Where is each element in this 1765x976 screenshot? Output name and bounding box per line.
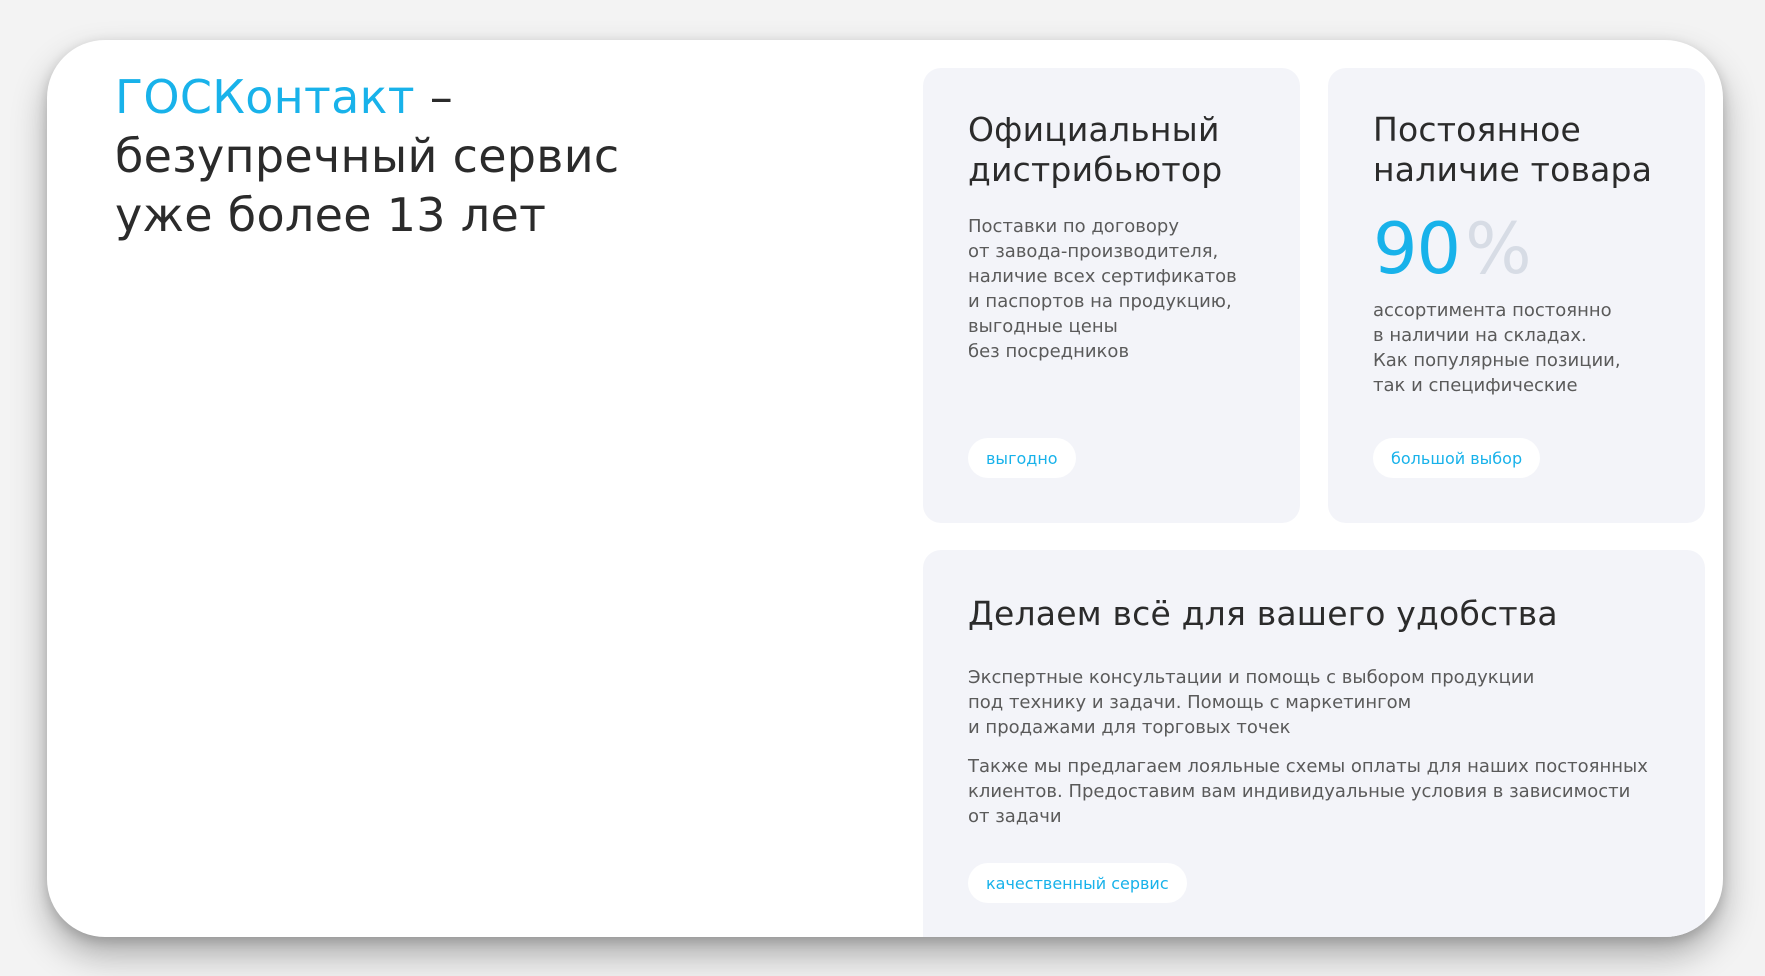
- feature-card-distributor: Официальный дистрибьютор Поставки по дог…: [923, 68, 1300, 523]
- card-title-availability: Постоянное наличие товара: [1373, 110, 1663, 190]
- percent-symbol: %: [1465, 208, 1532, 290]
- page-title: ГОСКонтакт – безупречный сервис уже боле…: [115, 68, 735, 245]
- feature-card-convenience: Делаем всё для вашего удобства Экспертны…: [923, 550, 1705, 937]
- card-description-payment: Также мы предлагаем лояльные схемы оплат…: [968, 756, 1648, 827]
- card-title-distributor: Официальный дистрибьютор: [968, 110, 1258, 190]
- card-description-availability: ассортимента постоянно в наличии на скла…: [1373, 300, 1621, 396]
- content-panel: ГОСКонтакт – безупречный сервис уже боле…: [47, 40, 1723, 937]
- metric-value: 90: [1373, 208, 1461, 290]
- title-line-2: безупречный сервис: [115, 129, 620, 183]
- card-title-convenience: Делаем всё для вашего удобства: [968, 594, 1558, 633]
- brand-name: ГОСКонтакт: [115, 70, 415, 124]
- feature-card-availability: Постоянное наличие товара 90 % ассортиме…: [1328, 68, 1705, 523]
- badge-wide-choice: большой выбор: [1373, 438, 1541, 478]
- card-title-text: Официальный дистрибьютор: [968, 110, 1223, 189]
- title-line-3: уже более 13 лет: [115, 188, 547, 242]
- title-dash: –: [429, 70, 454, 124]
- badge-profitable: выгодно: [968, 438, 1076, 478]
- availability-metric: 90 %: [1373, 214, 1663, 284]
- badge-quality-service: качественный сервис: [968, 863, 1187, 903]
- card-description-consulting: Экспертные консультации и помощь с выбор…: [968, 667, 1535, 738]
- card-description-distributor: Поставки по договору от завода-производи…: [968, 216, 1237, 362]
- card-title-text: Постоянное наличие товара: [1373, 110, 1653, 189]
